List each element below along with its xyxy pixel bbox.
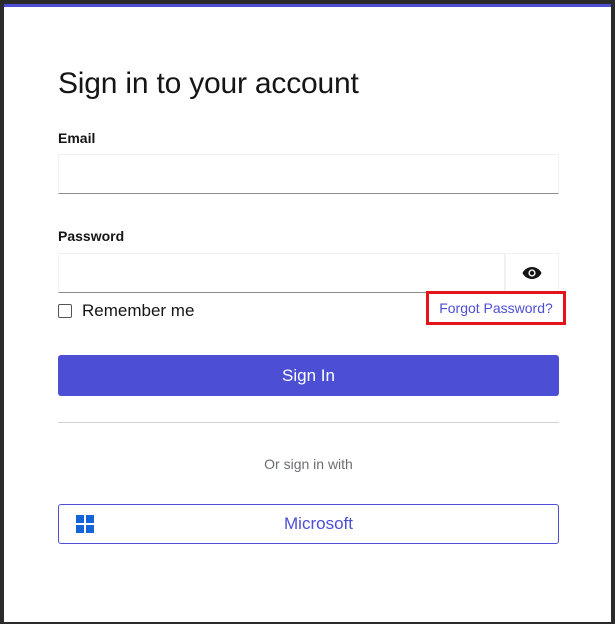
email-label: Email xyxy=(58,130,96,146)
forgot-password-highlight: Forgot Password? xyxy=(426,291,566,325)
remember-me-label: Remember me xyxy=(82,301,195,320)
window-frame: Sign in to your account Email Password R… xyxy=(0,0,615,624)
divider xyxy=(58,422,559,423)
password-group xyxy=(58,253,559,293)
remember-me[interactable]: Remember me xyxy=(58,301,194,321)
remember-me-checkbox[interactable] xyxy=(58,304,72,318)
email-field[interactable] xyxy=(58,154,559,194)
page-title: Sign in to your account xyxy=(58,67,359,100)
microsoft-sign-in-button[interactable]: Microsoft xyxy=(58,504,559,544)
password-label: Password xyxy=(58,228,125,244)
microsoft-logo-icon xyxy=(76,515,94,533)
or-sign-in-with-text: Or sign in with xyxy=(264,456,353,472)
login-card: Sign in to your account Email Password R… xyxy=(4,4,611,622)
eye-icon xyxy=(522,267,542,279)
microsoft-button-label: Microsoft xyxy=(284,514,353,533)
show-password-button[interactable] xyxy=(505,253,559,293)
forgot-password-link[interactable]: Forgot Password? xyxy=(439,300,553,316)
password-field[interactable] xyxy=(58,253,505,293)
sign-in-button[interactable]: Sign In xyxy=(58,355,559,396)
